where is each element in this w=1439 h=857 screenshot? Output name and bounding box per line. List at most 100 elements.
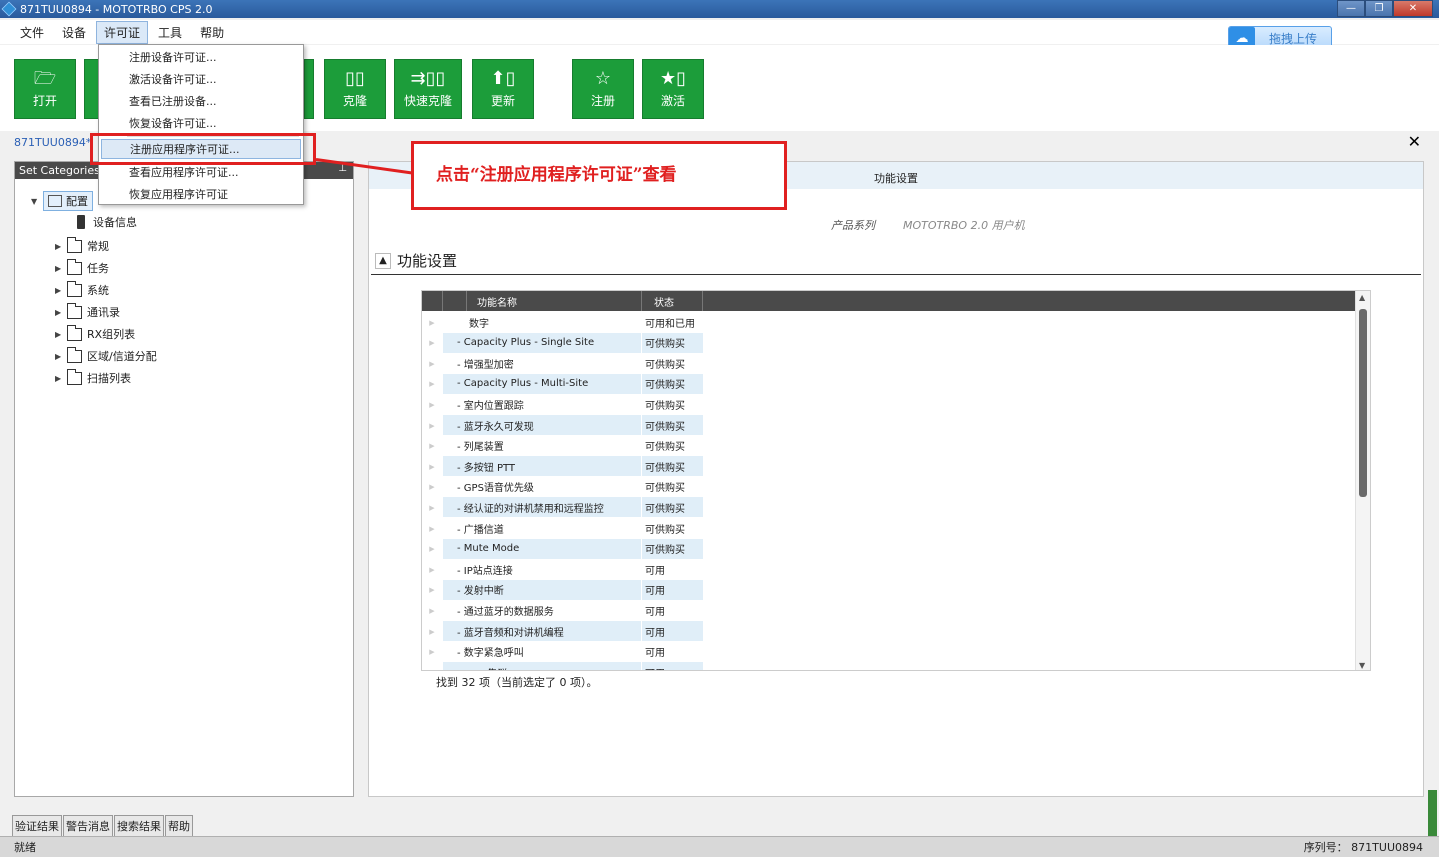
menu-restore-app-license[interactable]: 恢复应用程序许可证 — [129, 184, 228, 204]
tree-item-system[interactable]: ▶ 系统 — [55, 280, 109, 300]
menu-file[interactable]: 文件 — [12, 21, 52, 44]
title-bar: 871TUU0894 - MOTOTRBO CPS 2.0 — ❐ ✕ — [0, 0, 1439, 18]
row-selector-icon[interactable]: ▶ — [422, 394, 442, 416]
scroll-down-icon[interactable]: ▼ — [1359, 661, 1365, 670]
tree-item-general[interactable]: ▶ 常规 — [55, 236, 109, 256]
table-row[interactable]: ▶ 数字 可用和已用 — [422, 312, 703, 333]
row-selector-icon[interactable]: ▶ — [422, 662, 442, 670]
update-button[interactable]: ⬆▯ 更新 — [472, 59, 534, 119]
row-selector-icon[interactable]: ▶ — [422, 538, 442, 560]
row-selector-icon[interactable]: ▶ — [422, 600, 442, 622]
collapse-up-icon[interactable]: ▲ — [375, 252, 391, 269]
tree-item-missions[interactable]: ▶ 任务 — [55, 258, 109, 278]
tab-search-results[interactable]: 搜索结果 — [114, 815, 164, 836]
tree-item-zone-channel[interactable]: ▶ 区域/信道分配 — [55, 346, 157, 366]
table-row[interactable]: ▶ - 经认证的对讲机禁用和远程监控 可供购买 — [422, 497, 703, 519]
column-status[interactable]: 状态 — [642, 291, 703, 311]
row-selector-icon[interactable]: ▶ — [422, 435, 442, 457]
row-selector-icon[interactable]: ▶ — [422, 312, 442, 333]
expand-right-icon[interactable]: ▶ — [55, 264, 67, 273]
table-row[interactable]: ▶ - 室内位置跟踪 可供购买 — [422, 394, 703, 416]
feature-status-cell: 可供购买 — [642, 332, 703, 354]
minimize-button[interactable]: — — [1337, 0, 1365, 17]
table-row[interactable]: ▶ - 增强型加密 可供购买 — [422, 353, 703, 375]
table-row[interactable]: ▶ - GPS语音优先级 可供购买 — [422, 476, 703, 498]
side-resize-handle[interactable] — [1428, 790, 1437, 838]
tree-item-contacts[interactable]: ▶ 通讯录 — [55, 302, 120, 322]
row-selector-icon[interactable]: ▶ — [422, 518, 442, 539]
folder-label: 扫描列表 — [87, 372, 131, 385]
clone-button[interactable]: ▯▯ 克隆 — [324, 59, 386, 119]
menu-tools[interactable]: 工具 — [150, 21, 190, 44]
row-selector-icon[interactable]: ▶ — [422, 476, 442, 498]
tree-item-scan-list[interactable]: ▶ 扫描列表 — [55, 368, 131, 388]
expand-right-icon[interactable]: ▶ — [55, 286, 67, 295]
table-row[interactable]: ▶ - 蓝牙永久可发现 可供购买 — [422, 415, 703, 436]
row-selector-icon[interactable]: ▶ — [422, 415, 442, 436]
open-button[interactable]: 🗁 打开 — [14, 59, 76, 119]
table-row[interactable]: ▶- DMR集群可用 — [422, 662, 703, 670]
panel-title: Set Categories — [19, 164, 100, 177]
close-window-button[interactable]: ✕ — [1393, 0, 1433, 17]
menu-license[interactable]: 许可证 — [96, 20, 149, 44]
feature-status-cell: 可用 — [642, 559, 703, 581]
tab-validation-results[interactable]: 验证结果 — [12, 815, 62, 836]
row-selector-icon[interactable]: ▶ — [422, 332, 442, 354]
expand-right-icon[interactable]: ▶ — [55, 352, 67, 361]
menu-view-app-license[interactable]: 查看应用程序许可证... — [129, 162, 239, 182]
expand-right-icon[interactable]: ▶ — [55, 308, 67, 317]
column-feature-name[interactable]: 功能名称 — [467, 291, 642, 311]
quick-clone-button[interactable]: ⇉▯▯ 快速克隆 — [394, 59, 462, 119]
feature-group-header[interactable]: ▲ 功能设置 — [375, 250, 457, 271]
menu-device[interactable]: 设备 — [54, 21, 94, 44]
table-row[interactable]: ▶ - 列尾装置 可供购买 — [422, 435, 703, 457]
row-selector-icon[interactable]: ▶ — [422, 559, 442, 581]
breadcrumb[interactable]: 871TUU0894* — [14, 136, 91, 149]
tree-item-rx-group[interactable]: ▶ RX组列表 — [55, 324, 135, 344]
menu-activate-device-license[interactable]: 激活设备许可证... — [129, 69, 217, 89]
table-row[interactable]: ▶ - Mute Mode 可供购买 — [422, 538, 703, 560]
tab-warnings[interactable]: 警告消息 — [63, 815, 113, 836]
tree-root-config[interactable]: ▼ 配置 — [31, 191, 93, 211]
row-selector-icon[interactable]: ▶ — [422, 497, 442, 519]
serial-number: 序列号： 871TUU0894 — [1303, 841, 1423, 854]
row-selector-icon[interactable]: ▶ — [422, 579, 442, 601]
table-row[interactable]: ▶ - 广播信道 可供购买 — [422, 518, 703, 539]
row-selector-icon[interactable]: ▶ — [422, 353, 442, 375]
menu-register-device-license[interactable]: 注册设备许可证... — [129, 47, 217, 67]
scroll-up-icon[interactable]: ▲ — [1359, 293, 1365, 302]
folder-icon — [67, 236, 82, 253]
menu-view-registered-devices[interactable]: 查看已注册设备... — [129, 91, 217, 111]
menu-restore-device-license[interactable]: 恢复设备许可证... — [129, 113, 217, 133]
grid-scrollbar[interactable]: ▲ ▼ — [1355, 291, 1370, 670]
row-selector-icon[interactable]: ▶ — [422, 456, 442, 478]
expand-right-icon[interactable]: ▶ — [55, 330, 67, 339]
scroll-thumb[interactable] — [1359, 309, 1367, 497]
feature-name-cell: - 列尾装置 — [443, 436, 641, 457]
register-button[interactable]: ☆ 注册 — [572, 59, 634, 119]
table-row[interactable]: ▶ - Capacity Plus - Multi-Site 可供购买 — [422, 373, 703, 395]
expand-right-icon[interactable]: ▶ — [55, 242, 67, 251]
expand-right-icon[interactable]: ▶ — [55, 374, 67, 383]
table-row[interactable]: ▶ - 蓝牙音频和对讲机编程 可用 — [422, 621, 703, 642]
hidden-toolbar-button-2[interactable] — [304, 59, 314, 119]
maximize-button[interactable]: ❐ — [1365, 0, 1393, 17]
row-selector-icon[interactable]: ▶ — [422, 641, 442, 663]
table-row[interactable]: ▶ - 数字紧急呼叫 可用 — [422, 641, 703, 663]
table-row[interactable]: ▶ - 发射中断 可用 — [422, 579, 703, 601]
expand-down-icon[interactable]: ▼ — [31, 197, 43, 206]
menu-help[interactable]: 帮助 — [192, 21, 232, 44]
tab-help[interactable]: 帮助 — [165, 815, 193, 836]
config-node[interactable]: 配置 — [43, 191, 93, 211]
close-document-icon[interactable]: ✕ — [1408, 132, 1421, 151]
row-selector-icon[interactable]: ▶ — [422, 373, 442, 395]
table-row[interactable]: ▶ - IP站点连接 可用 — [422, 559, 703, 581]
feature-name-cell: - Mute Mode — [443, 538, 641, 560]
tree-item-device-info[interactable]: 设备信息 — [77, 212, 137, 232]
activate-button[interactable]: ★▯ 激活 — [642, 59, 704, 119]
table-row[interactable]: ▶ - Capacity Plus - Single Site 可供购买 — [422, 332, 703, 354]
table-row[interactable]: ▶ - 多按钮 PTT 可供购买 — [422, 456, 703, 478]
table-row[interactable]: ▶ - 通过蓝牙的数据服务 可用 — [422, 600, 703, 622]
row-selector-icon[interactable]: ▶ — [422, 621, 442, 642]
feature-name-cell: 数字 — [443, 312, 641, 333]
